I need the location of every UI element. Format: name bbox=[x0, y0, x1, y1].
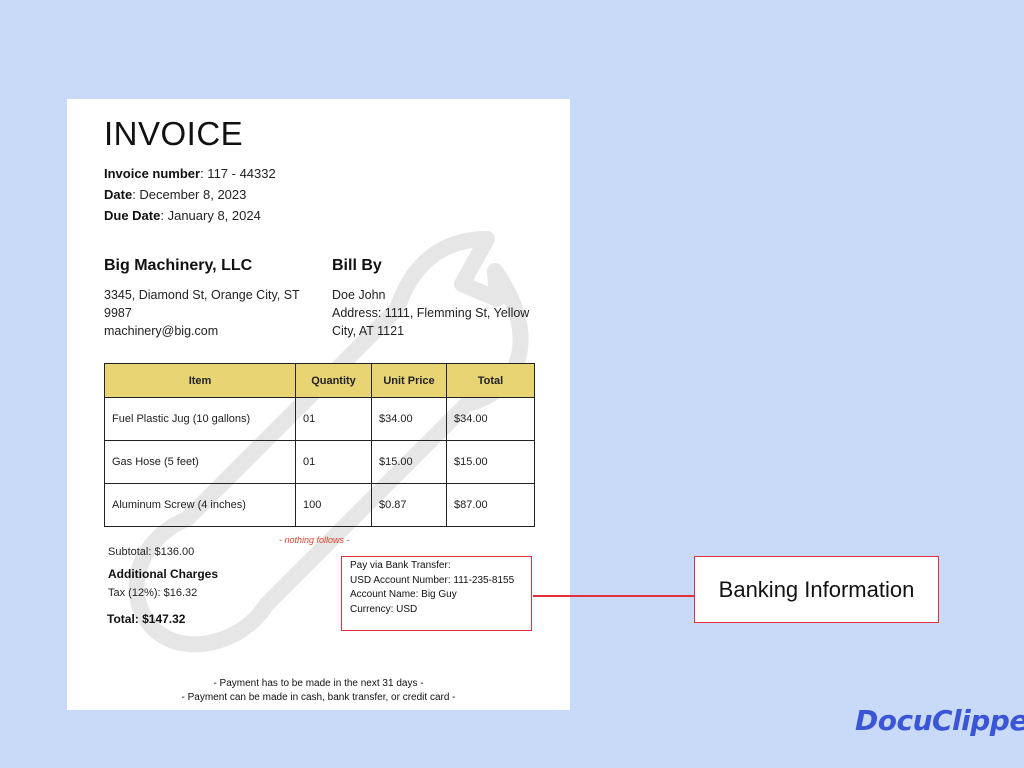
cell-quantity: 100 bbox=[295, 483, 372, 527]
bank-line-currency: Currency: USD bbox=[350, 603, 418, 615]
invoice-number-value: : 117 - 44332 bbox=[200, 166, 276, 181]
cell-total: $15.00 bbox=[446, 440, 535, 484]
company-name: Big Machinery, LLC bbox=[104, 257, 253, 274]
bank-line-pay-via: Pay via Bank Transfer: bbox=[350, 560, 451, 571]
cell-quantity: 01 bbox=[295, 397, 372, 441]
payment-methods-note: - Payment can be made in cash, bank tran… bbox=[181, 692, 456, 703]
table-row: Fuel Plastic Jug (10 gallons) 01 $34.00 … bbox=[104, 397, 535, 441]
payment-deadline-note: - Payment has to be made in the next 31 … bbox=[213, 678, 424, 689]
invoice-title: INVOICE bbox=[104, 115, 244, 152]
bill-by-details: Doe John Address: 1111, Flemming St, Yel… bbox=[332, 286, 529, 340]
invoice-due-date: Due Date: January 8, 2024 bbox=[104, 208, 261, 223]
bank-line-account-name: Account Name: Big Guy bbox=[350, 589, 457, 600]
invoice-due-label: Due Date bbox=[104, 208, 161, 223]
cell-unit-price: $0.87 bbox=[371, 483, 447, 527]
additional-charges-heading: Additional Charges bbox=[108, 567, 219, 581]
tax-line: Tax (12%): $16.32 bbox=[108, 587, 198, 599]
cell-total: $87.00 bbox=[446, 483, 535, 527]
invoice-due-value: : January 8, 2024 bbox=[160, 208, 261, 223]
grand-total: Total: $147.32 bbox=[107, 612, 186, 626]
cell-quantity: 01 bbox=[295, 440, 372, 484]
invoice-page: INVOICE Invoice number: 117 - 44332 Date… bbox=[67, 99, 570, 710]
invoice-date-value: : December 8, 2023 bbox=[132, 187, 247, 202]
cell-item: Gas Hose (5 feet) bbox=[104, 440, 296, 484]
bill-by-heading: Bill By bbox=[332, 257, 382, 274]
invoice-date-label: Date bbox=[104, 187, 133, 202]
company-address-line1: 3345, Diamond St, Orange City, ST bbox=[104, 288, 300, 302]
company-email: machinery@big.com bbox=[104, 324, 219, 338]
header-quantity: Quantity bbox=[295, 363, 372, 398]
invoice-date: Date: December 8, 2023 bbox=[104, 187, 246, 202]
header-item: Item bbox=[104, 363, 296, 398]
callout-connector-line bbox=[533, 595, 695, 597]
bill-by-name: Doe John bbox=[332, 288, 386, 302]
cell-unit-price: $34.00 bbox=[371, 397, 447, 441]
banking-information-callout: Banking Information bbox=[694, 556, 939, 623]
header-total: Total bbox=[446, 363, 535, 398]
cell-unit-price: $15.00 bbox=[371, 440, 447, 484]
invoice-number: Invoice number: 117 - 44332 bbox=[104, 166, 276, 181]
company-address-line2: 9987 bbox=[104, 306, 132, 320]
company-address: 3345, Diamond St, Orange City, ST 9987 m… bbox=[104, 286, 300, 340]
subtotal: Subtotal: $136.00 bbox=[108, 546, 195, 558]
table-row: Aluminum Screw (4 inches) 100 $0.87 $87.… bbox=[104, 483, 535, 527]
nothing-follows-note: - nothing follows - bbox=[279, 535, 350, 545]
items-table: Item Quantity Unit Price Total Fuel Plas… bbox=[104, 363, 535, 527]
items-table-header: Item Quantity Unit Price Total bbox=[104, 363, 535, 398]
bank-line-account-number: USD Account Number: 111-235-8155 bbox=[350, 574, 515, 586]
cell-item: Aluminum Screw (4 inches) bbox=[104, 483, 296, 527]
invoice-number-label: Invoice number bbox=[104, 166, 201, 181]
bill-by-address-line1: Address: 1111, Flemming St, Yellow bbox=[332, 306, 530, 320]
table-row: Gas Hose (5 feet) 01 $15.00 $15.00 bbox=[104, 440, 535, 484]
bank-transfer-box: Pay via Bank Transfer: USD Account Numbe… bbox=[341, 556, 532, 631]
cell-item: Fuel Plastic Jug (10 gallons) bbox=[104, 397, 296, 441]
cell-total: $34.00 bbox=[446, 397, 535, 441]
header-unit-price: Unit Price bbox=[371, 363, 447, 398]
bill-by-address-line2: City, AT 1121 bbox=[332, 324, 405, 338]
docuclipper-logo: DocuClipper bbox=[855, 704, 1024, 737]
